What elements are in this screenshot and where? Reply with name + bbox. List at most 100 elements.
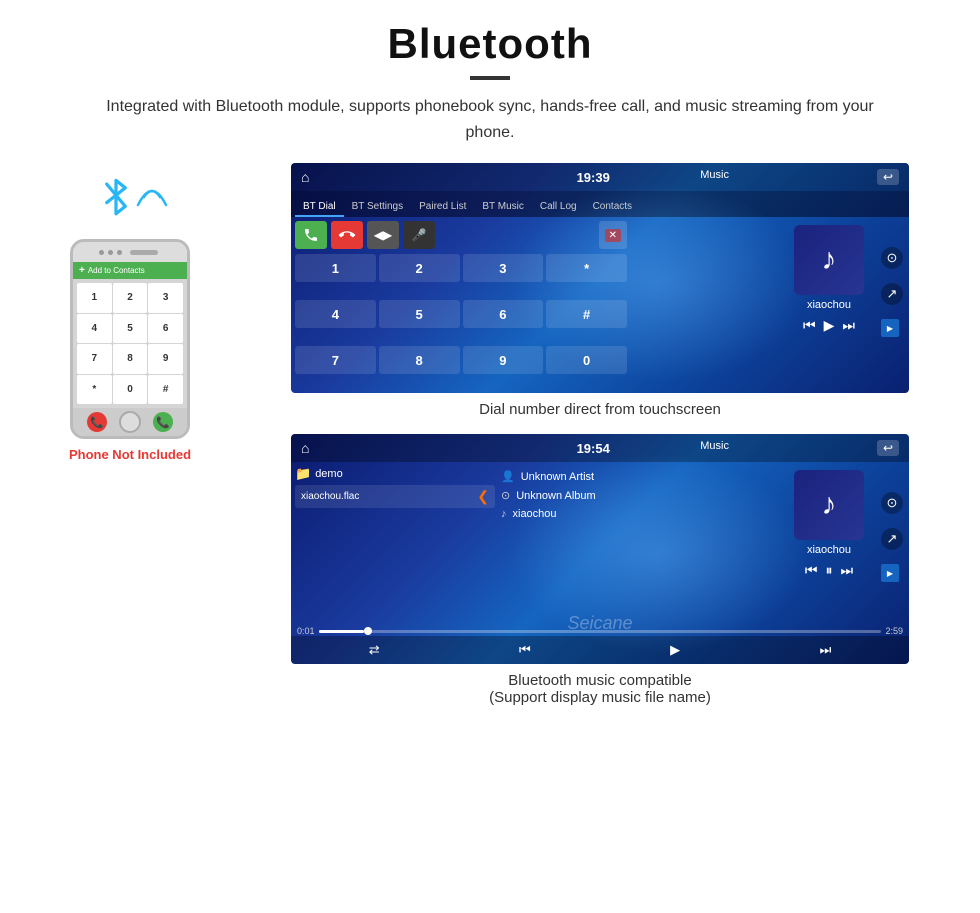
phone-key-7[interactable]: 7 <box>77 344 112 374</box>
music-info-panel: 👤 Unknown Artist ⊙ Unknown Album ♪ xiaoc… <box>501 466 681 622</box>
car-tabs: BT Dial BT Settings Paired List BT Music… <box>291 191 909 217</box>
phone-key-1[interactable]: 1 <box>77 283 112 313</box>
phone-key-8[interactable]: 8 <box>113 344 148 374</box>
title-divider <box>470 76 510 80</box>
car-dial-7[interactable]: 7 <box>295 346 376 374</box>
car-dial-8[interactable]: 8 <box>379 346 460 374</box>
album-info-row: ⊙ Unknown Album <box>501 489 681 502</box>
car-screen2-main: 📁 demo xiaochou.flac ❮ 👤 <box>291 462 909 626</box>
phone-dot <box>99 250 104 255</box>
music-file-row[interactable]: xiaochou.flac ❮ <box>295 485 495 508</box>
car-dial-2[interactable]: 2 <box>379 254 460 282</box>
car-back-button[interactable]: ↩ <box>877 169 899 185</box>
play-bottom-button[interactable]: ▶ <box>670 642 680 658</box>
car-speaker-button[interactable]: ◀▶ <box>367 221 399 249</box>
phone-screen: + Add to Contacts 1 2 3 4 5 6 7 8 9 * <box>73 262 187 408</box>
orange-arrow-icon: ❮ <box>477 488 489 505</box>
music-note-icon: ♪ <box>822 243 837 277</box>
side-icon-3[interactable]: ▶ <box>881 319 899 337</box>
progress-track[interactable] <box>319 630 882 633</box>
prev-button[interactable]: ⏮ <box>803 317 816 334</box>
car-dial-9[interactable]: 9 <box>463 346 544 374</box>
phone-key-0[interactable]: 0 <box>113 375 148 405</box>
car-back-button-2[interactable]: ↩ <box>877 440 899 456</box>
content-row: + Add to Contacts 1 2 3 4 5 6 7 8 9 * <box>30 163 950 706</box>
bluetooth-icon-area <box>90 163 170 233</box>
tab-paired-list[interactable]: Paired List <box>411 198 474 217</box>
shuffle-button[interactable]: ⇄ <box>369 642 380 658</box>
phone-key-9[interactable]: 9 <box>148 344 183 374</box>
phone-key-star[interactable]: * <box>77 375 112 405</box>
phone-key-5[interactable]: 5 <box>113 314 148 344</box>
side-icon-1[interactable]: ⊙ <box>881 247 903 269</box>
phone-key-3[interactable]: 3 <box>148 283 183 313</box>
header-description: Integrated with Bluetooth module, suppor… <box>90 94 890 145</box>
car-dial-star[interactable]: * <box>546 254 627 282</box>
end-call-button[interactable]: 📞 <box>87 412 107 432</box>
next-button-2[interactable]: ⏭ <box>841 562 854 579</box>
song-label: xiaochou <box>513 508 557 520</box>
side-icon-2[interactable]: ↗ <box>881 283 903 305</box>
car-dial-4[interactable]: 4 <box>295 300 376 328</box>
clock-icon: ⊙ <box>501 489 510 502</box>
signal-icon <box>132 167 170 209</box>
car-dial-hash[interactable]: # <box>546 300 627 328</box>
car-time-2: 19:54 <box>577 441 610 456</box>
dial-caption: Dial number direct from touchscreen <box>479 401 721 418</box>
car-end-button[interactable] <box>331 221 363 249</box>
music-filename: xiaochou.flac <box>301 491 359 502</box>
phone-key-hash[interactable]: # <box>148 375 183 405</box>
car-dial-5[interactable]: 5 <box>379 300 460 328</box>
prev-bottom-button[interactable]: ⏮ <box>519 642 531 658</box>
car-main-area: ◀▶ 🎤 ✕ 1 <box>291 217 909 393</box>
folder-icon: 📁 <box>295 466 311 482</box>
phone-key-6[interactable]: 6 <box>148 314 183 344</box>
car-home-icon[interactable]: ⌂ <box>301 169 309 185</box>
car-bottom-controls: ⇄ ⏮ ▶ ⏭ <box>291 636 909 664</box>
tab-bt-settings[interactable]: BT Settings <box>344 198 412 217</box>
header-section: Bluetooth Integrated with Bluetooth modu… <box>30 20 950 145</box>
car-side-icons: ⊙ ↗ ▶ <box>881 247 903 337</box>
phone-key-4[interactable]: 4 <box>77 314 112 344</box>
screenshot-dial-block: ⌂ 19:39 Music ↩ BT Dial BT Settings Pair… <box>250 163 950 418</box>
side-icon-6[interactable]: ▶ <box>881 564 899 582</box>
play-button[interactable]: ▶ <box>824 317 835 334</box>
music-caption-line1: Bluetooth music compatible <box>508 672 691 689</box>
phone-mockup: + Add to Contacts 1 2 3 4 5 6 7 8 9 * <box>70 239 190 439</box>
phone-key-2[interactable]: 2 <box>113 283 148 313</box>
pause-button[interactable]: ⏸ <box>826 562 833 579</box>
car-dial-0[interactable]: 0 <box>546 346 627 374</box>
car-dial-3[interactable]: 3 <box>463 254 544 282</box>
tab-contacts[interactable]: Contacts <box>585 198 640 217</box>
side-icon-4[interactable]: ⊙ <box>881 492 903 514</box>
prev-button-2[interactable]: ⏮ <box>805 562 818 579</box>
screenshots-section: ⌂ 19:39 Music ↩ BT Dial BT Settings Pair… <box>250 163 950 706</box>
car-home-icon-2[interactable]: ⌂ <box>301 440 309 456</box>
car-dial-1[interactable]: 1 <box>295 254 376 282</box>
home-button[interactable] <box>119 411 141 433</box>
tab-bt-music[interactable]: BT Music <box>474 198 532 217</box>
phone-section: + Add to Contacts 1 2 3 4 5 6 7 8 9 * <box>30 163 230 462</box>
time-start: 0:01 <box>297 626 315 636</box>
phone-dot <box>117 250 122 255</box>
side-icon-5[interactable]: ↗ <box>881 528 903 550</box>
car-answer-button[interactable] <box>295 221 327 249</box>
folder-row: 📁 demo <box>295 466 495 482</box>
car-mic-button[interactable]: 🎤 <box>403 221 435 249</box>
song-info-row: ♪ xiaochou <box>501 508 681 520</box>
car-screen2-header: ⌂ 19:54 Music ↩ <box>291 434 909 462</box>
car-left-panel: ◀▶ 🎤 ✕ 1 <box>291 217 631 393</box>
add-contacts-label: Add to Contacts <box>88 266 145 275</box>
person-icon: 👤 <box>501 470 515 483</box>
car-dial-6[interactable]: 6 <box>463 300 544 328</box>
call-button[interactable]: 📞 <box>153 412 173 432</box>
music-icon: ♪ <box>501 508 507 520</box>
tab-bt-dial[interactable]: BT Dial <box>295 198 344 217</box>
car-artist-name: xiaochou <box>807 299 851 311</box>
next-button[interactable]: ⏭ <box>842 317 855 334</box>
next-bottom-button[interactable]: ⏭ <box>820 642 832 658</box>
tab-call-log[interactable]: Call Log <box>532 198 585 217</box>
car-artist-name-2: xiaochou <box>807 544 851 556</box>
phone-dialpad: 1 2 3 4 5 6 7 8 9 * 0 # <box>73 279 187 408</box>
car-delete-button[interactable]: ✕ <box>599 221 627 249</box>
